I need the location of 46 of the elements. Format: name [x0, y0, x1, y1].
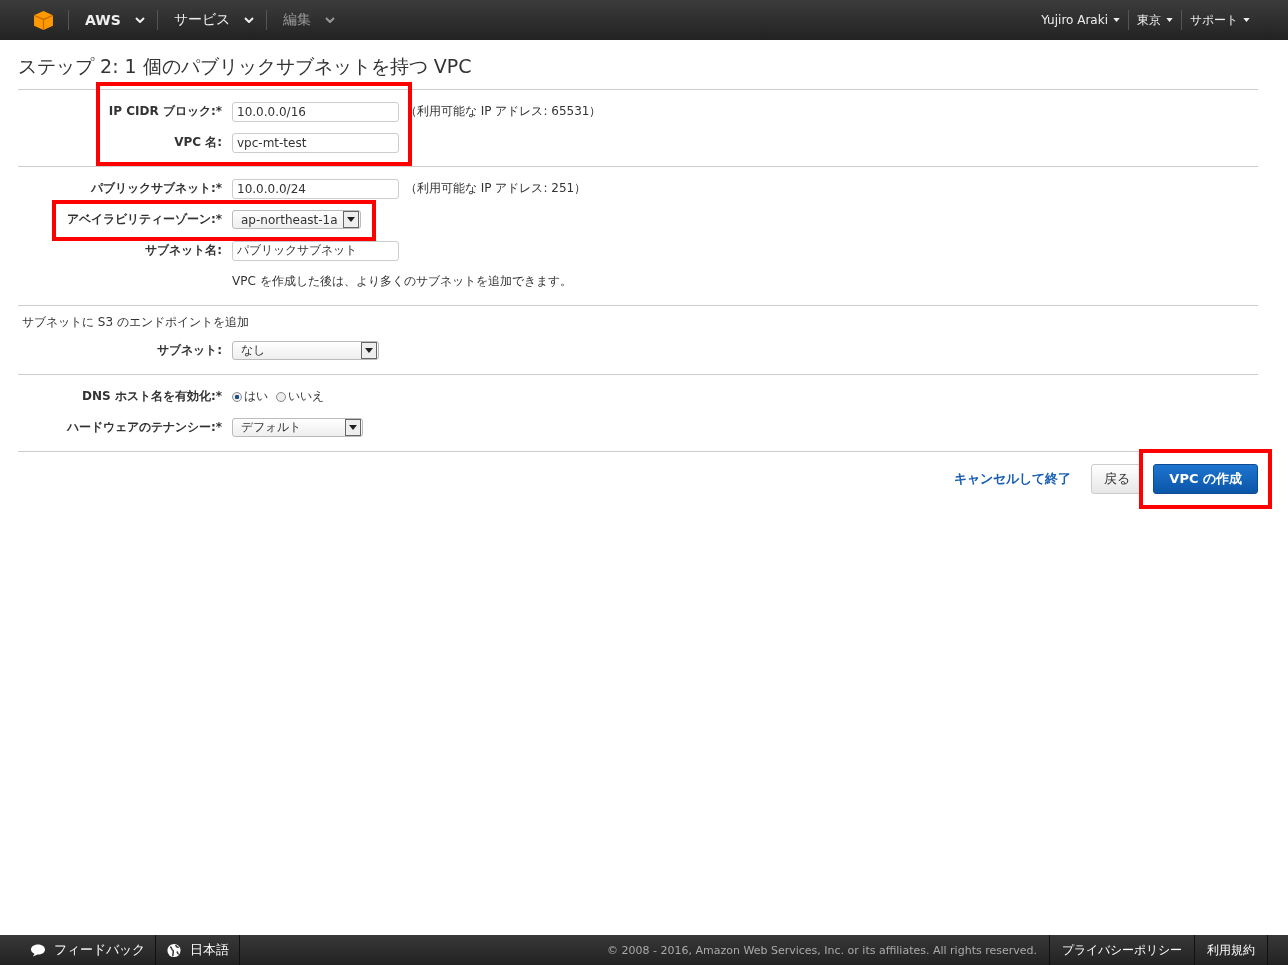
nav-menu[interactable]: AWS	[69, 12, 157, 28]
copyright-text: © 2008 - 2016, Amazon Web Services, Inc. or its affiliates. All rights reserved.	[607, 943, 1038, 957]
caret-icon	[365, 348, 373, 353]
nav-menu[interactable]: サポート	[1182, 11, 1258, 29]
feedback-button[interactable]: フィードバック	[20, 941, 155, 959]
caret-icon	[349, 425, 357, 430]
page-title: ステップ 2: 1 個のパブリックサブネットを持つ VPC	[18, 40, 1258, 90]
nav-menu[interactable]: 東京	[1129, 11, 1181, 29]
dropdown[interactable]: デフォルト	[232, 418, 363, 437]
globe-icon	[166, 942, 182, 958]
radio-option[interactable]: はい	[232, 388, 268, 405]
chevron-down-icon	[243, 17, 254, 23]
footer-link[interactable]: プライバシーポリシー	[1050, 941, 1194, 959]
caret-icon	[1113, 18, 1120, 22]
caret-icon	[1166, 18, 1173, 22]
text-field[interactable]: vpc-mt-test	[232, 132, 399, 153]
radio-option[interactable]: いいえ	[276, 388, 324, 405]
caret-icon	[347, 217, 355, 222]
help-text: VPC を作成した後は、より多くのサブネットを追加できます。	[232, 273, 572, 290]
field-label: アベイラビリティーゾーン:*	[66, 212, 222, 226]
cancel-link[interactable]: キャンセルして終了	[954, 470, 1072, 488]
caret-icon	[1243, 18, 1250, 22]
field-label: サブネット:	[157, 343, 222, 357]
field-label: パブリックサブネット:*	[90, 181, 222, 195]
field-label: DNS ホスト名を有効化:*	[82, 389, 222, 403]
speech-bubble-icon	[30, 942, 46, 958]
dropdown[interactable]: なし	[232, 341, 379, 360]
cube-icon[interactable]	[33, 9, 54, 31]
chevron-down-icon	[324, 17, 335, 23]
chevron-down-icon	[134, 17, 145, 23]
field-hint: （利用可能な IP アドレス: 251）	[405, 180, 587, 197]
field-label: VPC 名:	[174, 135, 222, 149]
nav-menu[interactable]: Yujiro Araki	[1033, 13, 1128, 27]
dropdown[interactable]: ap-northeast-1a	[232, 210, 361, 229]
create-vpc-button[interactable]: VPC の作成	[1153, 464, 1258, 494]
field-hint: （利用可能な IP アドレス: 65531）	[405, 103, 602, 120]
field-label: IP CIDR ブロック:*	[108, 104, 222, 118]
footer-link[interactable]: 利用規約	[1195, 941, 1267, 959]
field-label: ハードウェアのテナンシー:*	[66, 420, 222, 434]
field-label: サブネット名:	[145, 243, 222, 257]
text-field[interactable]: パブリックサブネット	[232, 240, 399, 261]
text-field[interactable]: 10.0.0.0/24	[232, 178, 399, 199]
section-heading: サブネットに S3 のエンドポイントを追加	[21, 314, 250, 331]
nav-menu[interactable]: サービス	[157, 11, 266, 29]
text-field[interactable]: 10.0.0.0/16	[232, 101, 399, 122]
language-button[interactable]: 日本語	[156, 941, 239, 959]
